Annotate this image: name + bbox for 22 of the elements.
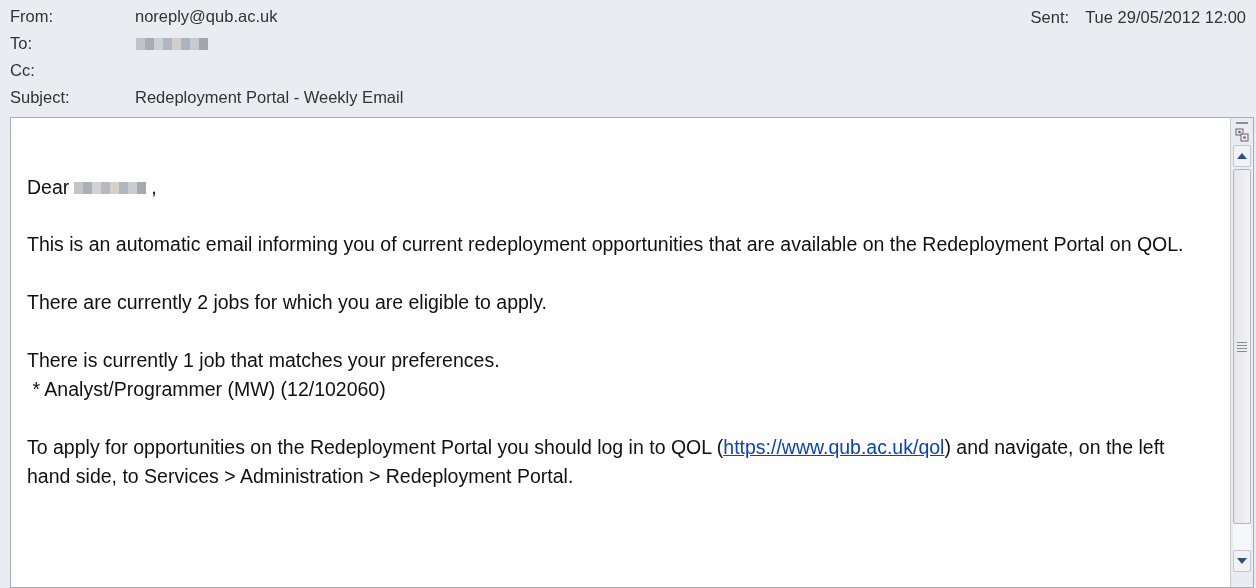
paragraph: This is an automatic email informing you of current redeployment opportunities that are available on the Redeployment Portal on QOL.: [27, 232, 1185, 257]
scroll-up-button[interactable]: [1233, 145, 1251, 167]
paragraph: There are currently 2 jobs for which you are eligible to apply.: [27, 290, 548, 315]
scroll-down-button[interactable]: [1233, 550, 1251, 572]
field-label: To:: [10, 34, 33, 53]
scroll-thumb[interactable]: [1233, 169, 1251, 524]
field-value: Tue 29/05/2012 12:00: [1085, 8, 1246, 27]
field-value: Redeployment Portal - Weekly Email: [135, 88, 404, 107]
paragraph: There is currently 1 job that matches your preferences.: [27, 348, 501, 373]
field-label: Sent:: [1030, 8, 1070, 27]
greeting-text: Dear: [27, 175, 70, 200]
field-label: From:: [10, 7, 55, 26]
greeting-punctuation: ,: [151, 175, 157, 200]
field-value: noreply@qub.ac.uk: [135, 7, 278, 26]
list-item: * Analyst/Programmer (MW) (12/102060): [31, 377, 387, 402]
up-arrow-icon: [1237, 153, 1247, 159]
field-label: Subject:: [10, 88, 71, 107]
paragraph: To apply for opportunities on the Redeployment Portal you should log in to QOL (https://www.qub.ac.uk/qol) and navigate, on the left hand side, to Services > Administration > Redeployment Portal.: [27, 435, 1166, 489]
link[interactable]: https://www.qub.ac.uk/qol: [723, 436, 945, 458]
field-label: Cc:: [10, 61, 36, 80]
scrollbar[interactable]: [1230, 118, 1253, 587]
down-arrow-icon: [1237, 558, 1247, 564]
